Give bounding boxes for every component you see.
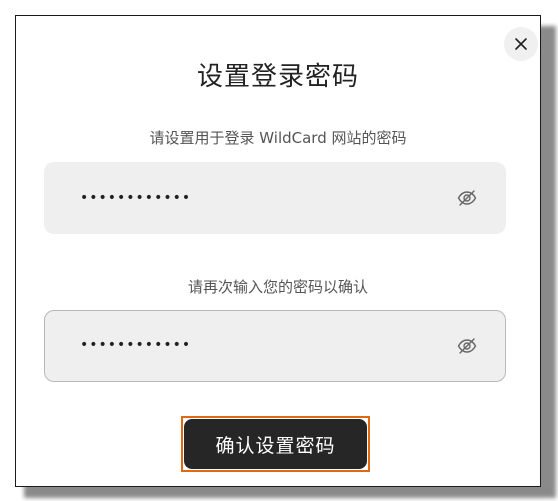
password-label: 请设置用于登录 WildCard 网站的密码 (149, 129, 407, 147)
confirm-password-visibility-toggle[interactable] (456, 336, 478, 356)
dialog-title: 设置登录密码 (196, 62, 359, 92)
set-password-dialog: 设置登录密码 请设置用于登录 WildCard 网站的密码 请再次输入您的密码以… (15, 15, 541, 487)
confirm-password-label: 请再次输入您的密码以确认 (187, 278, 368, 296)
confirm-password-input[interactable] (80, 310, 440, 380)
confirm-password-field (44, 310, 506, 382)
close-icon (515, 38, 527, 50)
eye-slash-icon (457, 338, 477, 354)
password-input[interactable] (80, 162, 440, 234)
password-visibility-toggle[interactable] (456, 188, 478, 208)
password-field (44, 162, 506, 234)
eye-slash-icon (457, 190, 477, 206)
confirm-set-password-button[interactable]: 确认设置密码 (184, 419, 367, 469)
